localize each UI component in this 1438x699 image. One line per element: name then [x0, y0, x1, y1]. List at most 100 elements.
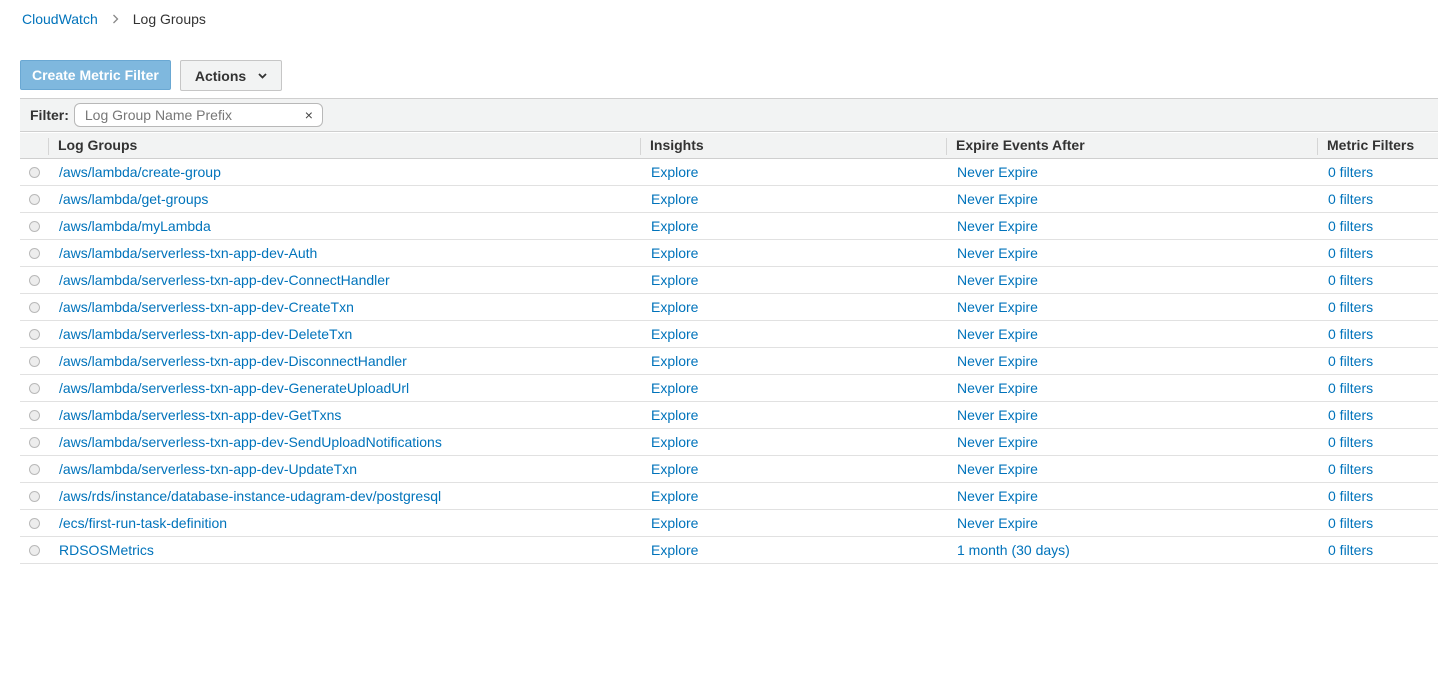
log-group-link[interactable]: /aws/rds/instance/database-instance-udag…	[59, 488, 441, 504]
retention-link[interactable]: Never Expire	[957, 353, 1038, 369]
row-radio-button[interactable]	[29, 544, 40, 556]
metric-filters-cell: 0 filters	[1317, 455, 1438, 483]
header-insights[interactable]: Insights	[640, 133, 946, 159]
metric-filters-link[interactable]: 0 filters	[1328, 542, 1373, 558]
metric-filters-link[interactable]: 0 filters	[1328, 326, 1373, 342]
retention-link[interactable]: Never Expire	[957, 164, 1038, 180]
explore-link[interactable]: Explore	[651, 272, 698, 288]
metric-filters-link[interactable]: 0 filters	[1328, 164, 1373, 180]
log-group-link[interactable]: /aws/lambda/serverless-txn-app-dev-Updat…	[59, 461, 357, 477]
row-radio-button[interactable]	[29, 166, 40, 178]
explore-link[interactable]: Explore	[651, 488, 698, 504]
retention-link[interactable]: 1 month (30 days)	[957, 542, 1070, 558]
log-group-link[interactable]: /aws/lambda/create-group	[59, 164, 221, 180]
row-select-cell	[20, 185, 48, 213]
metric-filters-link[interactable]: 0 filters	[1328, 353, 1373, 369]
log-group-link[interactable]: /aws/lambda/serverless-txn-app-dev-Auth	[59, 245, 317, 261]
expire-cell: Never Expire	[946, 482, 1317, 510]
breadcrumb-cloudwatch-link[interactable]: CloudWatch	[22, 11, 98, 27]
log-group-cell: /aws/lambda/serverless-txn-app-dev-Delet…	[48, 320, 640, 348]
row-radio-button[interactable]	[29, 463, 40, 475]
retention-link[interactable]: Never Expire	[957, 245, 1038, 261]
explore-link[interactable]: Explore	[651, 542, 698, 558]
explore-link[interactable]: Explore	[651, 407, 698, 423]
log-group-link[interactable]: /aws/lambda/get-groups	[59, 191, 208, 207]
metric-filters-link[interactable]: 0 filters	[1328, 380, 1373, 396]
explore-link[interactable]: Explore	[651, 380, 698, 396]
log-group-link[interactable]: /aws/lambda/serverless-txn-app-dev-Conne…	[59, 272, 390, 288]
header-metric-filters[interactable]: Metric Filters	[1317, 133, 1438, 159]
retention-link[interactable]: Never Expire	[957, 326, 1038, 342]
retention-link[interactable]: Never Expire	[957, 380, 1038, 396]
log-group-link[interactable]: /aws/lambda/serverless-txn-app-dev-Disco…	[59, 353, 407, 369]
metric-filters-link[interactable]: 0 filters	[1328, 218, 1373, 234]
row-radio-button[interactable]	[29, 355, 40, 367]
explore-link[interactable]: Explore	[651, 299, 698, 315]
retention-link[interactable]: Never Expire	[957, 488, 1038, 504]
row-radio-button[interactable]	[29, 247, 40, 259]
expire-cell: Never Expire	[946, 455, 1317, 483]
metric-filters-link[interactable]: 0 filters	[1328, 245, 1373, 261]
explore-link[interactable]: Explore	[651, 353, 698, 369]
metric-filters-link[interactable]: 0 filters	[1328, 191, 1373, 207]
log-group-link[interactable]: /aws/lambda/serverless-txn-app-dev-SendU…	[59, 434, 442, 450]
clear-filter-icon[interactable]: ×	[305, 107, 313, 123]
insights-cell: Explore	[640, 374, 946, 402]
retention-link[interactable]: Never Expire	[957, 218, 1038, 234]
row-select-cell	[20, 212, 48, 240]
retention-link[interactable]: Never Expire	[957, 434, 1038, 450]
table-row: RDSOSMetrics Explore 1 month (30 days) 0 fi…	[20, 536, 1438, 564]
header-log-groups[interactable]: Log Groups	[48, 133, 640, 159]
metric-filters-link[interactable]: 0 filters	[1328, 407, 1373, 423]
table-row: /aws/lambda/serverless-txn-app-dev-Delet…	[20, 320, 1438, 348]
log-group-link[interactable]: /aws/lambda/serverless-txn-app-dev-Creat…	[59, 299, 354, 315]
log-group-link[interactable]: /aws/lambda/serverless-txn-app-dev-Delet…	[59, 326, 352, 342]
metric-filters-link[interactable]: 0 filters	[1328, 272, 1373, 288]
metric-filters-link[interactable]: 0 filters	[1328, 461, 1373, 477]
row-radio-button[interactable]	[29, 220, 40, 232]
row-radio-button[interactable]	[29, 382, 40, 394]
metric-filters-link[interactable]: 0 filters	[1328, 299, 1373, 315]
retention-link[interactable]: Never Expire	[957, 407, 1038, 423]
retention-link[interactable]: Never Expire	[957, 515, 1038, 531]
metric-filters-link[interactable]: 0 filters	[1328, 515, 1373, 531]
metric-filters-cell: 0 filters	[1317, 374, 1438, 402]
row-radio-button[interactable]	[29, 436, 40, 448]
expire-cell: Never Expire	[946, 293, 1317, 321]
actions-dropdown-button[interactable]: Actions	[179, 60, 283, 91]
expire-cell: Never Expire	[946, 428, 1317, 456]
explore-link[interactable]: Explore	[651, 326, 698, 342]
row-radio-button[interactable]	[29, 193, 40, 205]
explore-link[interactable]: Explore	[651, 191, 698, 207]
row-radio-button[interactable]	[29, 274, 40, 286]
row-radio-button[interactable]	[29, 328, 40, 340]
log-group-link[interactable]: /aws/lambda/serverless-txn-app-dev-Gener…	[59, 380, 409, 396]
explore-link[interactable]: Explore	[651, 515, 698, 531]
retention-link[interactable]: Never Expire	[957, 299, 1038, 315]
explore-link[interactable]: Explore	[651, 164, 698, 180]
log-group-link[interactable]: /aws/lambda/myLambda	[59, 218, 211, 234]
retention-link[interactable]: Never Expire	[957, 272, 1038, 288]
create-metric-filter-button[interactable]: Create Metric Filter	[20, 60, 171, 90]
row-select-cell	[20, 239, 48, 267]
retention-link[interactable]: Never Expire	[957, 461, 1038, 477]
row-radio-button[interactable]	[29, 517, 40, 529]
metric-filters-link[interactable]: 0 filters	[1328, 488, 1373, 504]
log-group-prefix-input[interactable]	[74, 104, 295, 126]
metric-filters-link[interactable]: 0 filters	[1328, 434, 1373, 450]
log-group-cell: /aws/lambda/serverless-txn-app-dev-Updat…	[48, 455, 640, 483]
log-group-link[interactable]: /ecs/first-run-task-definition	[59, 515, 227, 531]
retention-link[interactable]: Never Expire	[957, 191, 1038, 207]
log-group-link[interactable]: /aws/lambda/serverless-txn-app-dev-GetTx…	[59, 407, 341, 423]
row-radio-button[interactable]	[29, 490, 40, 502]
header-expire-events-after[interactable]: Expire Events After	[946, 133, 1317, 159]
row-radio-button[interactable]	[29, 409, 40, 421]
explore-link[interactable]: Explore	[651, 245, 698, 261]
log-group-cell: /aws/lambda/serverless-txn-app-dev-SendU…	[48, 428, 640, 456]
explore-link[interactable]: Explore	[651, 461, 698, 477]
log-groups-table: Log Groups Insights Expire Events After …	[20, 133, 1438, 564]
explore-link[interactable]: Explore	[651, 434, 698, 450]
row-radio-button[interactable]	[29, 301, 40, 313]
log-group-link[interactable]: RDSOSMetrics	[59, 542, 154, 558]
explore-link[interactable]: Explore	[651, 218, 698, 234]
